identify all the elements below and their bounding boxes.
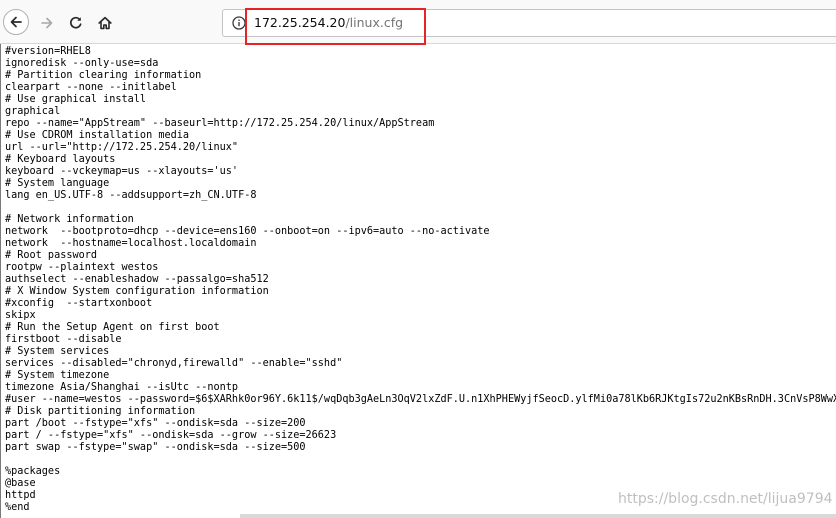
file-content: #version=RHEL8 ignoredisk --only-use=sda #… (5, 46, 836, 514)
file-line (5, 454, 836, 466)
file-line: skipx (5, 310, 36, 321)
file-line: services --disabled="chronyd,firewalld" … (5, 358, 343, 369)
reload-icon (70, 16, 82, 29)
window-edge (0, 44, 1, 518)
file-line: ignoredisk --only-use=sda (5, 58, 159, 69)
url-highlight-box (245, 8, 426, 45)
file-line: # X Window System configuration informat… (5, 286, 269, 297)
file-line: url --url="http://172.25.254.20/linux" (5, 142, 239, 153)
file-line (5, 202, 836, 214)
file-line: #user --name=westos --password=$6$XARhk0… (5, 394, 836, 405)
reload-button[interactable] (64, 11, 88, 35)
file-line: # Use CDROM installation media (5, 130, 190, 141)
file-line: # System services (5, 346, 110, 357)
file-line: firstboot --disable (5, 334, 122, 345)
file-line: part / --fstype="xfs" --ondisk=sda --gro… (5, 430, 337, 441)
file-line: part /boot --fstype="xfs" --ondisk=sda -… (5, 418, 306, 429)
file-line: network --hostname=localhost.localdomain (5, 238, 257, 249)
horizontal-scrollbar[interactable] (240, 514, 836, 518)
file-line: timezone Asia/Shanghai --isUtc --nontp (5, 382, 239, 393)
file-line: rootpw --plaintext westos (5, 262, 159, 273)
file-line: authselect --enableshadow --passalgo=sha… (5, 274, 269, 285)
file-line: part swap --fstype="swap" --ondisk=sda -… (5, 442, 306, 453)
file-line: # Partition clearing information (5, 70, 202, 81)
file-line: # System language (5, 178, 110, 189)
home-button[interactable] (93, 11, 117, 35)
file-line: repo --name="AppStream" --baseurl=http:/… (5, 118, 435, 129)
forward-arrow-icon (41, 17, 53, 29)
file-line: # Keyboard layouts (5, 154, 116, 165)
file-line: # Run the Setup Agent on first boot (5, 322, 220, 333)
file-line: %packages (5, 466, 61, 477)
info-icon[interactable] (232, 16, 246, 30)
file-line: # Network information (5, 214, 134, 225)
file-line: #version=RHEL8 (5, 46, 91, 57)
file-line: network --bootproto=dhcp --device=ens160… (5, 226, 490, 237)
file-line: clearpart --none --initlabel (5, 82, 177, 93)
file-line: # System timezone (5, 370, 110, 381)
file-line: lang en_US.UTF-8 --addsupport=zh_CN.UTF-… (5, 190, 257, 201)
forward-button[interactable] (35, 11, 59, 35)
file-line: #xconfig --startxonboot (5, 298, 153, 309)
watermark: https://blog.csdn.net/lijua9794 (618, 491, 833, 507)
file-line: # Use graphical install (5, 94, 147, 105)
back-arrow-icon (10, 16, 22, 28)
file-line: # Root password (5, 250, 98, 261)
file-line: keyboard --vckeymap=us --xlayouts='us' (5, 166, 239, 177)
home-icon (98, 16, 112, 30)
file-line: # Disk partitioning information (5, 406, 196, 417)
back-button[interactable] (3, 9, 29, 35)
file-line: @base (5, 478, 36, 489)
file-line: graphical (5, 106, 61, 117)
